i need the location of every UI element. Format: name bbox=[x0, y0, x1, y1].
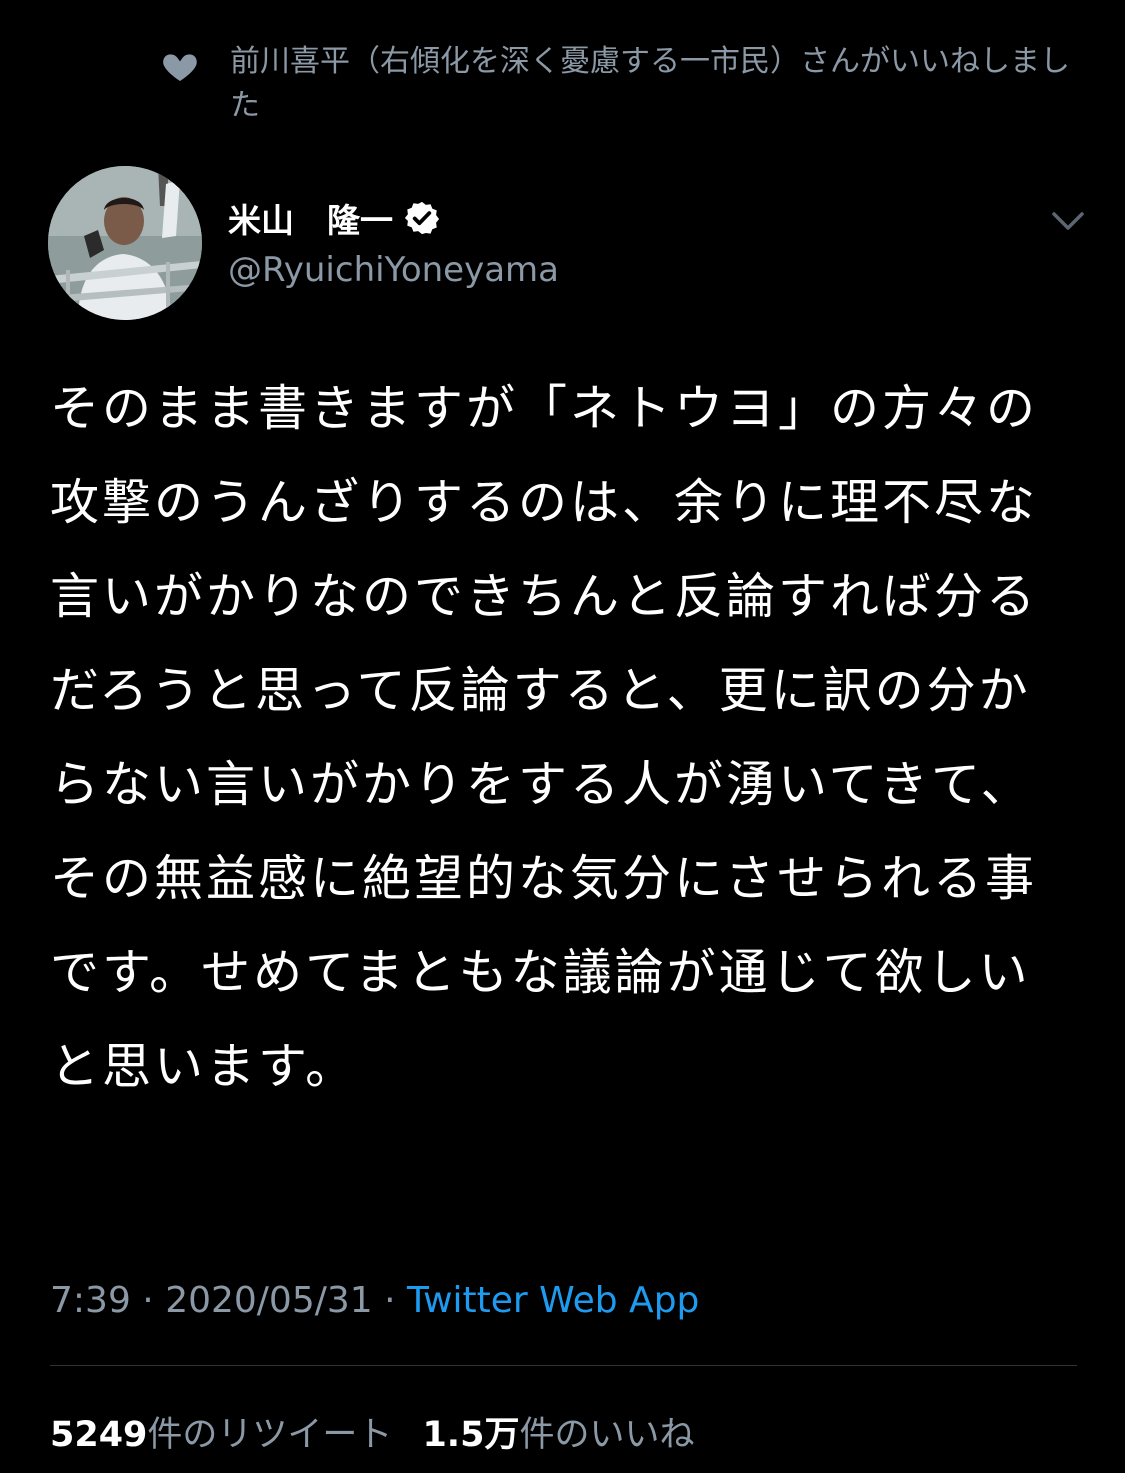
tweet-text: そのまま書きますが「ネトウヨ」の方々の攻撃のうんざりするのは、余りに理不尽な言い… bbox=[50, 380, 1039, 1095]
tweet-author: 米山 隆一 @RyuichiYoneyama bbox=[48, 166, 1088, 322]
divider bbox=[50, 1365, 1077, 1366]
likes-count: 1.5万 bbox=[422, 1415, 520, 1455]
heart-icon bbox=[163, 54, 197, 81]
retweets-count: 5249 bbox=[50, 1415, 148, 1455]
meta-separator: · bbox=[372, 1280, 408, 1321]
display-name-line[interactable]: 米山 隆一 bbox=[228, 194, 441, 242]
display-name: 米山 隆一 bbox=[228, 201, 393, 240]
likes-stat[interactable]: 1.5万件のいいね bbox=[422, 1415, 694, 1455]
retweets-stat[interactable]: 5249件のリツイート bbox=[50, 1415, 392, 1455]
retweets-label: 件のリツイート bbox=[147, 1415, 393, 1455]
verified-badge-icon bbox=[404, 201, 440, 235]
meta-separator: · bbox=[130, 1280, 166, 1321]
tweet-source-link[interactable]: Twitter Web App bbox=[407, 1280, 699, 1321]
chevron-down-icon[interactable] bbox=[1048, 206, 1088, 236]
tweet-date[interactable]: 2020/05/31 bbox=[165, 1280, 373, 1321]
avatar[interactable] bbox=[48, 166, 202, 320]
social-context-text: 前川喜平（右傾化を深く憂慮する一市民）さんがいいねしました bbox=[230, 44, 1070, 123]
tweet-stats: 5249件のリツイート 1.5万件のいいね bbox=[50, 1406, 694, 1457]
social-context[interactable]: 前川喜平（右傾化を深く憂慮する一市民）さんがいいねしました bbox=[160, 40, 1080, 128]
likes-label: 件のいいね bbox=[519, 1415, 695, 1455]
author-handle[interactable]: @RyuichiYoneyama bbox=[228, 250, 559, 290]
tweet-time[interactable]: 7:39 bbox=[50, 1280, 131, 1321]
tweet-meta: 7:39 · 2020/05/31 · Twitter Web App bbox=[50, 1280, 699, 1321]
